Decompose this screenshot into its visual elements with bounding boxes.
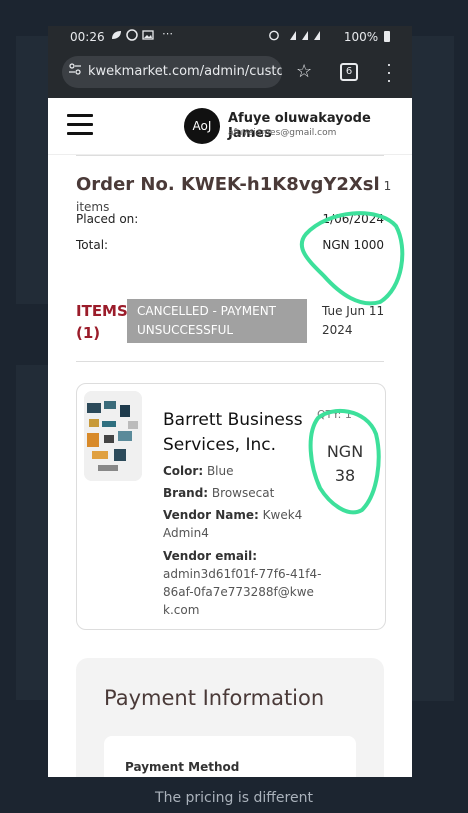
payment-title: Payment Information bbox=[104, 686, 325, 710]
divider bbox=[76, 155, 384, 156]
vendor-name-label: Vendor Name: bbox=[163, 508, 259, 522]
payment-information-card: Payment Information Payment Method bbox=[76, 658, 384, 777]
brand-value: Browsecat bbox=[211, 486, 275, 500]
site-settings-icon[interactable] bbox=[68, 56, 82, 88]
vendor-name: Vendor Name: Kwek4 Admin4 bbox=[163, 506, 333, 542]
browser-toolbar: kwekmarket.com/admin/custom ☆ 6 · · · bbox=[48, 48, 412, 98]
avatar[interactable]: AoJ bbox=[184, 108, 220, 144]
app-header: AoJ Afuye oluwakayode James afuyejames@g… bbox=[48, 98, 412, 155]
hamburger-menu-icon[interactable] bbox=[67, 114, 93, 136]
placed-on-value: 1/06/2024 bbox=[322, 212, 384, 226]
items-heading-count: (1) bbox=[76, 324, 101, 342]
menu-kebab-icon[interactable]: · · · bbox=[384, 55, 394, 89]
caption: The pricing is different bbox=[155, 790, 313, 806]
alarm-icon bbox=[268, 29, 280, 44]
payment-method-box: Payment Method bbox=[104, 736, 356, 777]
payment-method-label: Payment Method bbox=[125, 760, 240, 774]
total-value: NGN 1000 bbox=[322, 238, 384, 252]
product-card: Barrett Business Services, Inc. QTY: 1 N… bbox=[76, 383, 386, 630]
product-brand: Brand: Browsecat bbox=[163, 484, 333, 502]
divider bbox=[76, 361, 384, 362]
order-date-line-2: 2024 bbox=[322, 323, 353, 337]
order-date: Tue Jun 11 2024 bbox=[322, 302, 384, 340]
address-bar[interactable]: kwekmarket.com/admin/custom bbox=[62, 56, 282, 88]
color-label: Color: bbox=[163, 464, 204, 478]
order-date-line-1: Tue Jun 11 bbox=[322, 304, 385, 318]
phone-screenshot: 00:26 ⋯ 100% kwekmarket.com/admin/custom… bbox=[48, 26, 412, 777]
product-color: Color: Blue bbox=[163, 462, 333, 480]
tab-switcher-button[interactable]: 6 bbox=[340, 63, 358, 81]
items-heading: ITEMS (1) bbox=[76, 300, 128, 344]
product-image bbox=[84, 391, 142, 481]
status-badge: CANCELLED - PAYMENT UNSUCCESSFUL bbox=[127, 299, 307, 343]
status-bar: 00:26 ⋯ 100% bbox=[48, 26, 412, 48]
url-text: kwekmarket.com/admin/custom bbox=[88, 64, 282, 79]
status-time: 00:26 bbox=[70, 30, 105, 44]
product-name: Barrett Business Services, Inc. bbox=[163, 410, 303, 455]
product-qty: QTY: 1 bbox=[317, 408, 352, 421]
items-heading-label: ITEMS bbox=[76, 302, 128, 320]
vendor-email-label: Vendor email: bbox=[163, 549, 258, 563]
order-title: Order No. KWEK-h1K8vgY2Xsl 1 items bbox=[76, 174, 412, 216]
battery-percent: 100% bbox=[343, 30, 379, 44]
product-price-currency: NGN bbox=[326, 442, 364, 461]
whatsapp-icon bbox=[126, 29, 138, 44]
gallery-icon bbox=[142, 29, 154, 44]
bookmark-star-icon[interactable]: ☆ bbox=[296, 61, 312, 82]
signal-icon bbox=[288, 29, 328, 44]
brand-label: Brand: bbox=[163, 486, 209, 500]
leaf-icon bbox=[110, 29, 122, 44]
order-number: Order No. KWEK-h1K8vgY2Xsl bbox=[76, 174, 380, 195]
vendor-email: Vendor email: admin3d61f01f-77f6-41f4-86… bbox=[163, 547, 323, 619]
color-value: Blue bbox=[206, 464, 234, 478]
placed-on-label: Placed on: bbox=[76, 212, 139, 226]
vendor-email-value: admin3d61f01f-77f6-41f4-86af-0fa7e773288… bbox=[163, 567, 322, 617]
status-badge-line-1: CANCELLED - PAYMENT bbox=[137, 304, 276, 318]
order-details: Order No. KWEK-h1K8vgY2Xsl 1 items Placed… bbox=[48, 155, 412, 777]
status-badge-line-2: UNSUCCESSFUL bbox=[137, 323, 234, 337]
total-label: Total: bbox=[76, 238, 109, 252]
more-icon: ⋯ bbox=[162, 27, 173, 40]
battery-icon bbox=[384, 31, 390, 42]
user-email: afuyejames@gmail.com bbox=[228, 128, 337, 138]
